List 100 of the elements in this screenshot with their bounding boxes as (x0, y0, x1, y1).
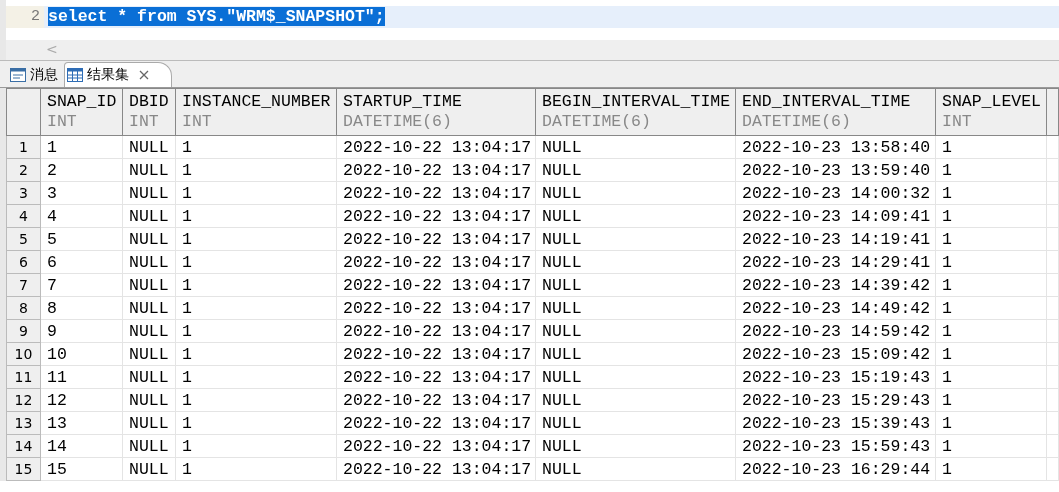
table-cell: NULL (535, 434, 736, 458)
table-cell: 2022-10-23 14:59:42 (735, 319, 936, 343)
table-cell: 1 (175, 227, 337, 251)
table-cell: NULL (122, 388, 176, 412)
table-cell: 1 (175, 204, 337, 228)
table-cell: 1 (935, 457, 1047, 481)
table-cell: 1 (175, 158, 337, 182)
table-cell: 2022-10-23 13:59:40 (735, 158, 936, 182)
table-cell: NULL (535, 227, 736, 251)
row-number[interactable]: 14 (6, 434, 41, 458)
table-cell: 1 (175, 388, 337, 412)
table-cell: NULL (122, 227, 176, 251)
table-cell: 9 (40, 319, 123, 343)
row-number[interactable]: 4 (6, 204, 41, 228)
row-number[interactable]: 12 (6, 388, 41, 412)
table-cell: 2022-10-22 13:04:17 (336, 319, 536, 343)
row-number[interactable]: 2 (6, 158, 41, 182)
table-cell: NULL (535, 296, 736, 320)
table-cell: 2022-10-23 14:49:42 (735, 296, 936, 320)
table-cell: 2022-10-23 15:59:43 (735, 434, 936, 458)
table-cell: 2022-10-22 13:04:17 (336, 342, 536, 366)
table-cell: 1 (935, 250, 1047, 274)
table-cell: 1 (935, 181, 1047, 205)
table-cell: 2022-10-22 13:04:17 (336, 181, 536, 205)
table-cell: 2022-10-23 15:19:43 (735, 365, 936, 389)
table-cell: 12 (40, 388, 123, 412)
table-cell: NULL (535, 135, 736, 159)
table-cell: 1 (935, 158, 1047, 182)
table-cell: 1 (935, 434, 1047, 458)
column-header[interactable]: END_INTERVAL_TIME DATETIME(6) (735, 88, 936, 136)
table-cell: 1 (935, 273, 1047, 297)
column-header[interactable]: INSTANCE_NUMBER INT (175, 88, 337, 136)
table-cell: NULL (535, 365, 736, 389)
table-cell: 4 (40, 204, 123, 228)
table-cell: 2022-10-23 14:39:42 (735, 273, 936, 297)
table-cell: NULL (122, 250, 176, 274)
table-cell: 2022-10-23 13:58:40 (735, 135, 936, 159)
table-cell: NULL (535, 411, 736, 435)
table-cell: NULL (535, 457, 736, 481)
line-number: 2 (31, 8, 40, 25)
tab[interactable]: 结果集 (64, 62, 172, 87)
table-cell: 2022-10-23 14:09:41 (735, 204, 936, 228)
table-cell: 1 (175, 296, 337, 320)
table-cell: 2 (40, 158, 123, 182)
table-cell: NULL (535, 250, 736, 274)
table-cell: 11 (40, 365, 123, 389)
table-cell: NULL (122, 204, 176, 228)
table-cell: 1 (935, 296, 1047, 320)
row-number[interactable]: 11 (6, 365, 41, 389)
table-cell: 1 (175, 181, 337, 205)
row-number[interactable]: 6 (6, 250, 41, 274)
table-cell: NULL (122, 365, 176, 389)
tab[interactable]: 消息 (8, 63, 64, 87)
row-number[interactable]: 5 (6, 227, 41, 251)
message-icon (10, 68, 26, 82)
column-header[interactable]: SNAP_ID INT (40, 88, 123, 136)
table-cell: NULL (122, 319, 176, 343)
table-cell: 2022-10-23 15:09:42 (735, 342, 936, 366)
column-header[interactable]: DBID INT (122, 88, 176, 136)
table-cell: NULL (122, 296, 176, 320)
row-number[interactable]: 13 (6, 411, 41, 435)
row-number[interactable]: 15 (6, 457, 41, 481)
table-cell: 8 (40, 296, 123, 320)
table-cell: 14 (40, 434, 123, 458)
row-number[interactable]: 3 (6, 181, 41, 205)
table-cell: 2022-10-22 13:04:17 (336, 365, 536, 389)
table-cell: 1 (40, 135, 123, 159)
table-cell: 1 (935, 411, 1047, 435)
table-cell: 2022-10-22 13:04:17 (336, 250, 536, 274)
row-number[interactable]: 7 (6, 273, 41, 297)
table-cell: 1 (175, 135, 337, 159)
table-cell: NULL (535, 204, 736, 228)
row-number[interactable]: 10 (6, 342, 41, 366)
close-icon[interactable] (139, 70, 149, 80)
table-cell: 2022-10-22 13:04:17 (336, 296, 536, 320)
column-header[interactable]: STARTUP_TIME DATETIME(6) (336, 88, 536, 136)
table-cell: 2022-10-23 14:19:41 (735, 227, 936, 251)
column-header[interactable]: SNAP_LEVEL INT (935, 88, 1047, 136)
table-cell: 1 (175, 457, 337, 481)
table-cell: 1 (935, 342, 1047, 366)
table-cell: NULL (122, 411, 176, 435)
table-cell: 1 (175, 342, 337, 366)
table-cell: 1 (935, 204, 1047, 228)
table-cell: 2022-10-22 13:04:17 (336, 411, 536, 435)
table-cell: NULL (535, 342, 736, 366)
row-number[interactable]: 8 (6, 296, 41, 320)
table-cell: 2022-10-22 13:04:17 (336, 158, 536, 182)
table-cell: 13 (40, 411, 123, 435)
column-header[interactable]: BEGIN_INTERVAL_TIME DATETIME(6) (535, 88, 736, 136)
table-cell: 3 (40, 181, 123, 205)
row-number[interactable]: 1 (6, 135, 41, 159)
table-cell: NULL (535, 158, 736, 182)
table-cell: 1 (175, 273, 337, 297)
table-cell: NULL (122, 181, 176, 205)
table-cell: NULL (535, 319, 736, 343)
table-cell: 2022-10-23 15:29:43 (735, 388, 936, 412)
table-cell: 7 (40, 273, 123, 297)
table-cell: 2022-10-22 13:04:17 (336, 457, 536, 481)
row-number[interactable]: 9 (6, 319, 41, 343)
table-cell: 2022-10-22 13:04:17 (336, 434, 536, 458)
